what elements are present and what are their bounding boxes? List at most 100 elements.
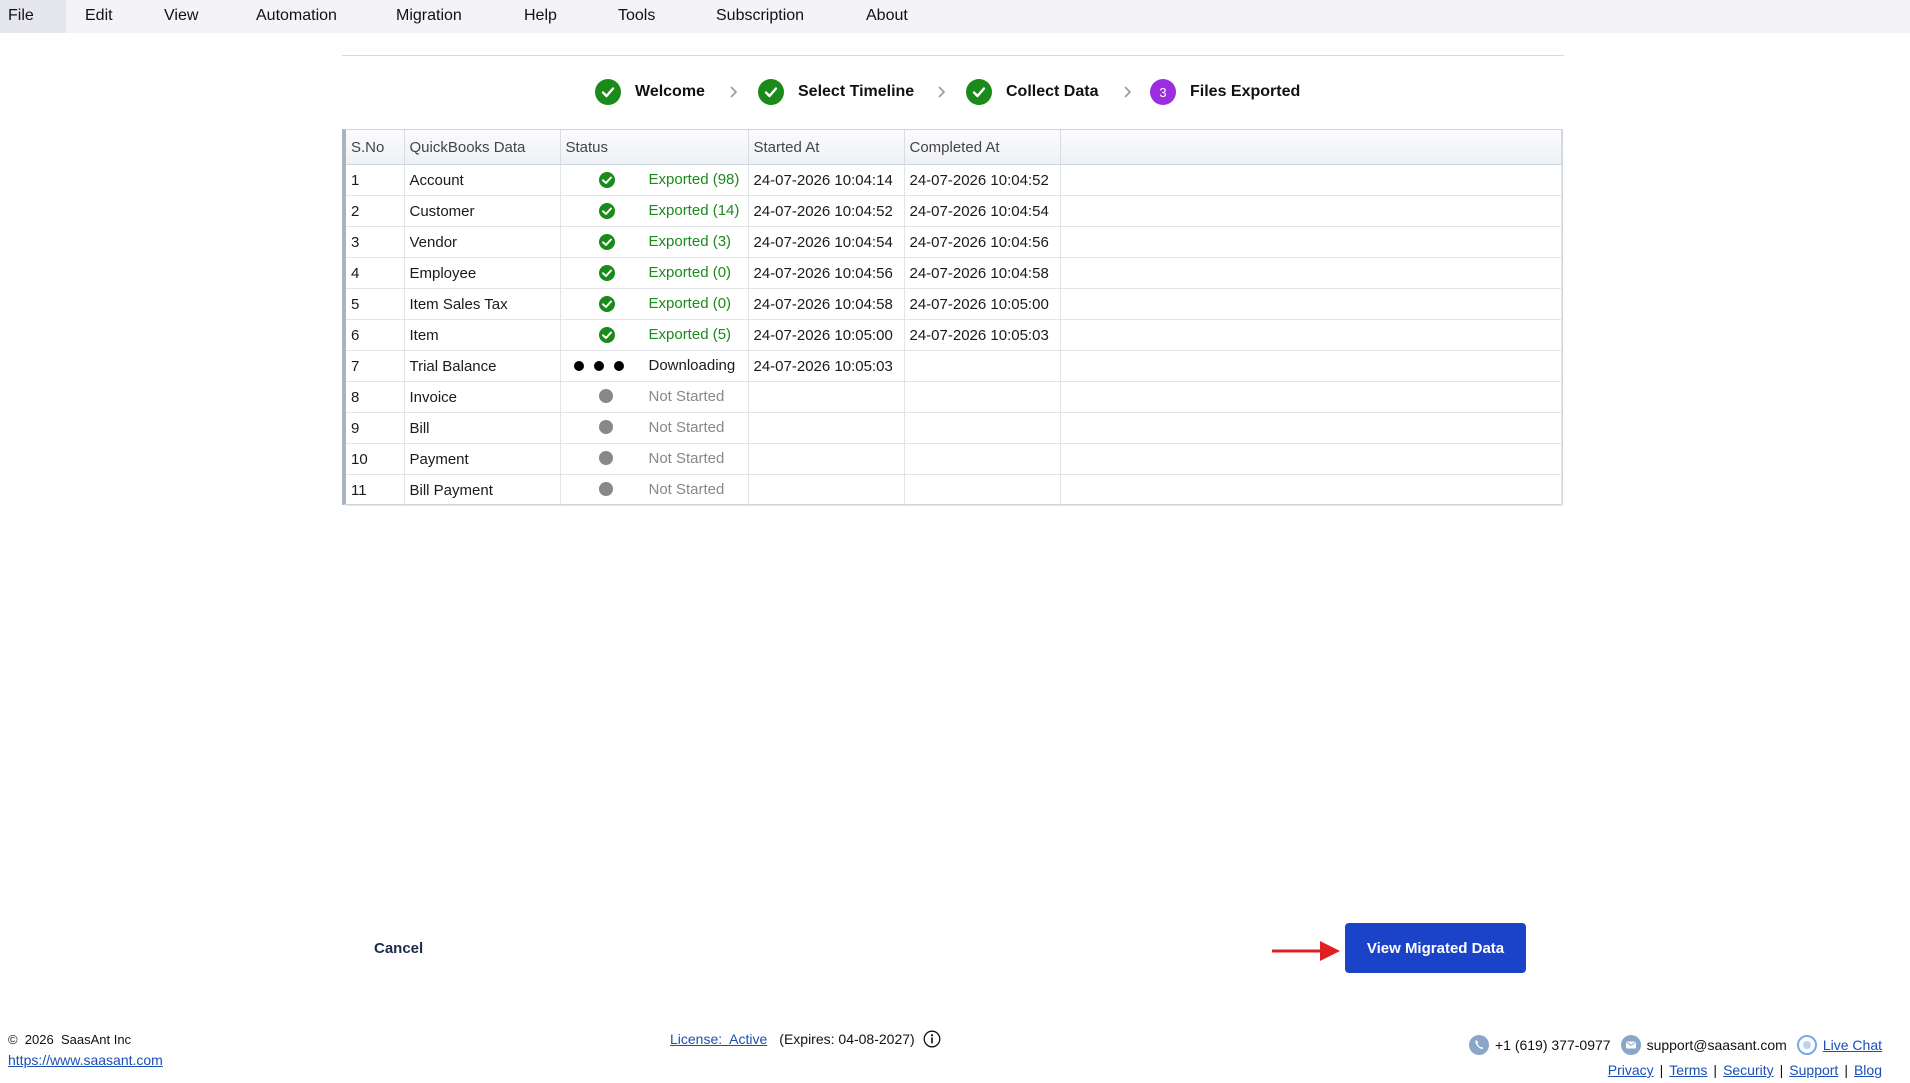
step-label: Welcome [635, 83, 705, 100]
status-text: Exported (0) [648, 264, 732, 281]
privacy-link[interactable]: Privacy [1608, 1062, 1654, 1078]
table-row[interactable]: 5 Item Sales Tax Exported (0) 24-07-2026 10… [346, 288, 1562, 320]
col-header-started-at[interactable]: Started At [748, 130, 905, 165]
cell-filler [1060, 381, 1562, 413]
table-row[interactable]: 9 Bill Not Started [346, 412, 1562, 444]
table-row[interactable]: 7 Trial Balance Downloading 24-07-2026 10:0… [346, 350, 1562, 382]
table-row[interactable]: 1 Account Exported (98) 24-07-2026 10:04:14… [346, 164, 1562, 196]
menu-bar: File Edit View Automation Migration Help… [0, 0, 1910, 33]
blog-link[interactable]: Blog [1854, 1062, 1882, 1078]
table-row[interactable]: 6 Item Exported (5) 24-07-2026 10:05:00 24-0… [346, 319, 1562, 351]
menu-edit[interactable]: Edit [78, 0, 148, 33]
cell-status: Not Started [560, 474, 749, 506]
cell-sno: 11 [346, 474, 405, 506]
table-row[interactable]: 11 Bill Payment Not Started [346, 474, 1562, 506]
cell-quickbooks-data: Bill [404, 412, 561, 444]
step-label: Select Timeline [798, 83, 915, 100]
menu-about[interactable]: About [814, 0, 934, 33]
table-row[interactable]: 3 Vendor Exported (3) 24-07-2026 10:04:54 24… [346, 226, 1562, 258]
cancel-button[interactable]: Cancel [374, 940, 423, 957]
step-number-badge: 3 [1150, 79, 1176, 105]
grey-dot-icon [598, 389, 613, 403]
table-row[interactable]: 10 Payment Not Started [346, 443, 1562, 475]
status-text: Exported (98) [648, 171, 740, 188]
table-row[interactable]: 2 Customer Exported (14) 24-07-2026 10:04:5… [346, 195, 1562, 227]
cell-filler [1060, 474, 1562, 506]
menu-view[interactable]: View [150, 0, 230, 33]
cell-sno: 6 [346, 319, 405, 351]
footer-contact: +1 (619) 377-0977 support@saasant.com Li… [1459, 1034, 1882, 1078]
chevron-right-icon [730, 86, 738, 98]
footer-license: License: Active (Expires: 04-08-2027) [670, 1030, 941, 1048]
cell-quickbooks-data: Invoice [404, 381, 561, 413]
cell-quickbooks-data: Vendor [404, 226, 561, 258]
status-text: Downloading [648, 357, 736, 374]
menu-tools[interactable]: Tools [574, 0, 674, 33]
chevron-right-icon [938, 86, 946, 98]
phone-number: +1 (619) 377-0977 [1494, 1037, 1611, 1053]
cell-sno: 4 [346, 257, 405, 289]
check-circle-icon [595, 79, 621, 105]
terms-link[interactable]: Terms [1669, 1062, 1707, 1078]
loading-dots-icon [573, 361, 624, 371]
step-label: Collect Data [1006, 83, 1099, 100]
col-header-quickbooks-data[interactable]: QuickBooks Data [404, 130, 561, 165]
cell-quickbooks-data: Item Sales Tax [404, 288, 561, 320]
step-welcome: Welcome [595, 76, 705, 108]
cell-started-at: 24-07-2026 10:05:03 [748, 350, 905, 382]
export-status-table: S.No QuickBooks Data Status Started At C… [342, 129, 1563, 506]
menu-automation[interactable]: Automation [230, 0, 364, 33]
cell-completed-at [904, 474, 1061, 506]
table-row[interactable]: 8 Invoice Not Started [346, 381, 1562, 413]
col-header-completed-at[interactable]: Completed At [904, 130, 1061, 165]
cell-filler [1060, 319, 1562, 351]
cell-quickbooks-data: Account [404, 164, 561, 196]
cell-started-at [748, 443, 905, 475]
cell-sno: 3 [346, 226, 405, 258]
copyright-text: © 2026 SaasAnt Inc [8, 1032, 132, 1047]
footer-left: © 2026 SaasAnt Inc https://www.saasant.c… [8, 1032, 163, 1068]
view-migrated-data-button[interactable]: View Migrated Data [1345, 923, 1526, 973]
cell-status: Exported (0) [560, 257, 749, 289]
cell-status: Exported (14) [560, 195, 749, 227]
live-chat-link[interactable]: Live Chat [1823, 1037, 1882, 1053]
menu-migration[interactable]: Migration [364, 0, 486, 33]
step-collect-data: Collect Data [966, 76, 1098, 108]
license-link[interactable]: License: Active [670, 1031, 767, 1047]
step-select-timeline: Select Timeline [758, 76, 914, 108]
cell-status: Exported (3) [560, 226, 749, 258]
website-link[interactable]: https://www.saasant.com [8, 1052, 163, 1068]
info-icon[interactable] [923, 1030, 941, 1048]
status-text: Not Started [648, 388, 725, 405]
col-header-status[interactable]: Status [560, 130, 749, 165]
cell-sno: 2 [346, 195, 405, 227]
status-text: Exported (0) [648, 295, 732, 312]
col-header-sno[interactable]: S.No [346, 130, 405, 165]
cell-completed-at [904, 381, 1061, 413]
menu-subscription[interactable]: Subscription [674, 0, 814, 33]
cell-started-at [748, 412, 905, 444]
cell-started-at: 24-07-2026 10:05:00 [748, 319, 905, 351]
check-circle-icon [598, 172, 615, 192]
cell-status: Not Started [560, 443, 749, 475]
check-circle-icon [598, 234, 615, 254]
cell-filler [1060, 195, 1562, 227]
cell-started-at [748, 381, 905, 413]
cell-sno: 8 [346, 381, 405, 413]
menu-file[interactable]: File [0, 0, 66, 33]
status-text: Not Started [648, 419, 725, 436]
cell-sno: 1 [346, 164, 405, 196]
cell-completed-at [904, 412, 1061, 444]
check-circle-icon [966, 79, 992, 105]
cell-sno: 5 [346, 288, 405, 320]
security-link[interactable]: Security [1723, 1062, 1774, 1078]
support-link[interactable]: Support [1789, 1062, 1838, 1078]
status-text: Not Started [648, 481, 725, 498]
chat-icon [1796, 1035, 1817, 1055]
cell-started-at: 24-07-2026 10:04:54 [748, 226, 905, 258]
cell-completed-at: 24-07-2026 10:04:58 [904, 257, 1061, 289]
status-text: Exported (5) [648, 326, 732, 343]
menu-help[interactable]: Help [486, 0, 574, 33]
table-row[interactable]: 4 Employee Exported (0) 24-07-2026 10:04:56… [346, 257, 1562, 289]
grey-dot-icon [598, 482, 613, 496]
